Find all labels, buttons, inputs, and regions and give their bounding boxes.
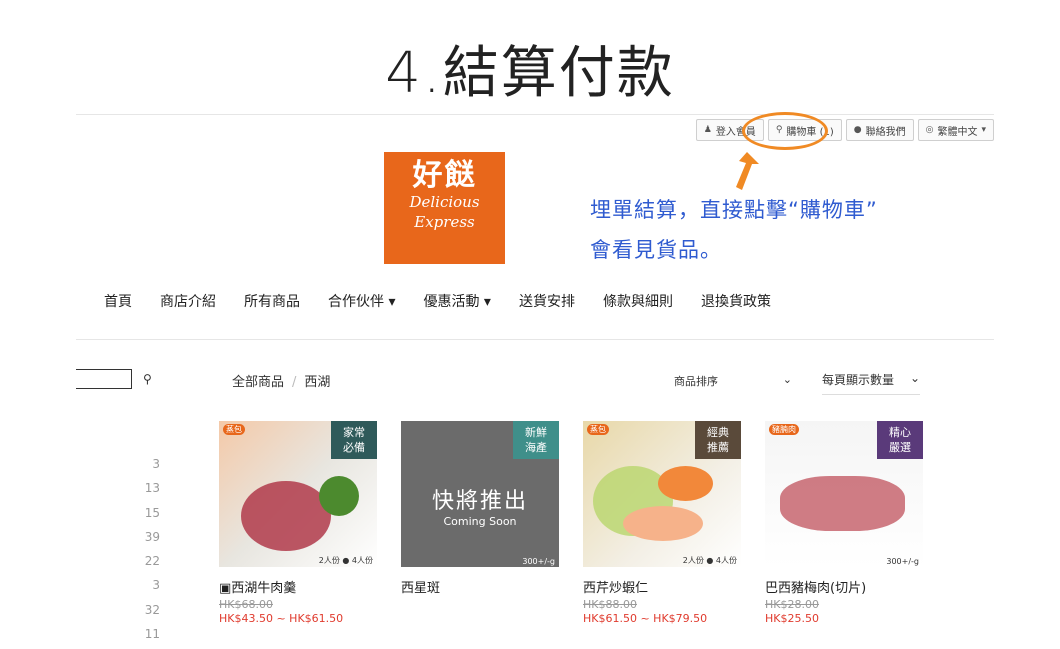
portion-label: 2人份 ● 4人份 (682, 556, 737, 565)
globe-icon: ◎ (925, 125, 934, 135)
language-select[interactable]: ◎ 繁體中文 ▾ (917, 119, 994, 141)
product-card[interactable]: 經典 推薦 蒸包 2人份 ● 4人份 西芹炒蝦仁 HK$88.00 HK$61.5… (583, 421, 741, 625)
product-image[interactable]: 新鮮 海產 快將推出 Coming Soon 300+/-g (401, 421, 559, 567)
coming-soon-overlay: 快將推出 Coming Soon (431, 489, 528, 528)
product-card[interactable]: 精心 嚴選 豬腩肉 300+/-g 巴西豬梅肉(切片) HK$28.00 HK$2… (765, 421, 923, 625)
instruction-note: 埋單結算，直接點擊“購物車” 會看見貨品。 (590, 198, 878, 262)
cart-highlight-circle (742, 112, 828, 150)
product-badge: 經典 推薦 (695, 421, 741, 459)
portion-label: 300+/-g (522, 557, 555, 566)
category-count[interactable]: 3 (140, 452, 160, 476)
category-count[interactable]: 11 (140, 622, 160, 646)
per-page-label: 每頁顯示數量 (822, 373, 895, 387)
user-icon: ♟ (703, 125, 712, 135)
product-name[interactable]: ▣西湖牛肉羹 (219, 577, 377, 596)
nav-terms[interactable]: 條款與細則 (603, 291, 673, 311)
product-price: HK$61.50 ~ HK$79.50 (583, 612, 708, 625)
product-price: HK$43.50 ~ HK$61.50 (219, 612, 344, 625)
nav-home[interactable]: 首頁 (104, 291, 132, 311)
top-bar: ♟ 登入會員 ⚲ 購物車 (1) ● 聯絡我們 ◎ 繁體中文 ▾ (695, 119, 994, 141)
product-old-price: HK$28.00 (765, 598, 819, 611)
portion-label: 300+/-g (886, 557, 919, 566)
product-tag: 豬腩肉 (769, 424, 799, 435)
per-page-select[interactable]: 每頁顯示數量 ⌄ (822, 371, 920, 395)
slide-title: 4.結算付款 (385, 41, 675, 106)
search-input[interactable] (76, 369, 132, 389)
breadcrumb-separator: / (292, 375, 297, 390)
nav-all-products[interactable]: 所有商品 (244, 291, 300, 311)
category-count[interactable]: 39 (140, 525, 160, 549)
product-badge: 精心 嚴選 (877, 421, 923, 459)
category-count[interactable]: 3 (140, 573, 160, 597)
nav-partners[interactable]: 合作伙伴 ▾ (328, 291, 395, 311)
breadcrumb: 全部商品 / 西湖 (232, 371, 330, 390)
product-image[interactable]: 經典 推薦 蒸包 2人份 ● 4人份 (583, 421, 741, 567)
product-card[interactable]: 新鮮 海產 快將推出 Coming Soon 300+/-g 西星斑 (401, 421, 559, 598)
pointer-arrow-icon (736, 152, 759, 190)
sort-select[interactable]: 商品排序 ⌄ (674, 373, 792, 389)
main-nav: 首頁 商店介紹 所有商品 合作伙伴 ▾ 優惠活動 ▾ 送貨安排 條款與細則 退換… (104, 291, 771, 311)
product-old-price: HK$88.00 (583, 598, 637, 611)
nav-about[interactable]: 商店介紹 (160, 291, 216, 311)
product-badge: 家常 必備 (331, 421, 377, 459)
product-image[interactable]: 家常 必備 蒸包 2人份 ● 4人份 (219, 421, 377, 567)
category-count[interactable]: 15 (140, 501, 160, 525)
product-price: HK$25.50 (765, 612, 819, 625)
breadcrumb-root[interactable]: 全部商品 (232, 375, 284, 390)
search-icon[interactable]: ⚲ (143, 372, 152, 386)
category-count[interactable]: 13 (140, 476, 160, 500)
product-tag: 蒸包 (223, 424, 245, 435)
product-old-price: HK$68.00 (219, 598, 273, 611)
product-name[interactable]: 西芹炒蝦仁 (583, 577, 741, 596)
product-name[interactable]: 巴西豬梅肉(切片) (765, 577, 923, 596)
product-name[interactable]: 西星斑 (401, 577, 559, 596)
chevron-down-icon: ⌄ (782, 373, 792, 386)
category-counts: 3 13 15 39 22 3 32 11 (140, 452, 160, 646)
breadcrumb-current: 西湖 (304, 375, 331, 390)
product-badge: 新鮮 海產 (513, 421, 559, 459)
language-label: 繁體中文 (937, 126, 978, 138)
category-count[interactable]: 22 (140, 549, 160, 573)
contact-button[interactable]: ● 聯絡我們 (845, 119, 914, 141)
store-logo[interactable]: 好餸 Delicious Express (384, 152, 505, 264)
chat-icon: ● (853, 125, 862, 135)
portion-label: 2人份 ● 4人份 (318, 556, 373, 565)
contact-label: 聯絡我們 (865, 126, 906, 138)
nav-delivery[interactable]: 送貨安排 (519, 291, 575, 311)
nav-returns[interactable]: 退換貨政策 (701, 291, 771, 311)
header-divider (76, 114, 994, 115)
nav-promotions[interactable]: 優惠活動 ▾ (423, 291, 490, 311)
product-image[interactable]: 精心 嚴選 豬腩肉 300+/-g (765, 421, 923, 567)
caret-down-icon: ▾ (981, 125, 986, 135)
nav-divider (76, 339, 994, 340)
chevron-down-icon: ⌄ (909, 371, 920, 385)
category-count[interactable]: 32 (140, 598, 160, 622)
product-card[interactable]: 家常 必備 蒸包 2人份 ● 4人份 ▣西湖牛肉羹 HK$68.00 HK$43.… (219, 421, 377, 625)
product-tag: 蒸包 (587, 424, 609, 435)
sort-label: 商品排序 (674, 375, 718, 388)
